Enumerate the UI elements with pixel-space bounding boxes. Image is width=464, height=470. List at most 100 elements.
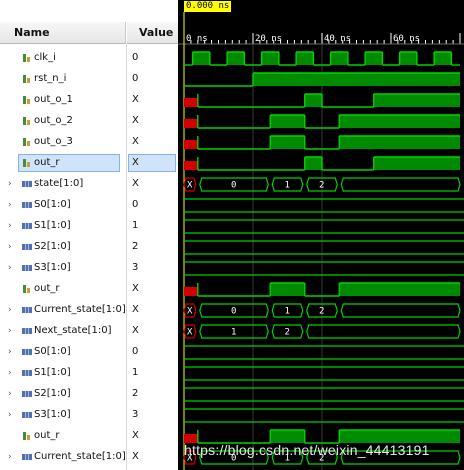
rst-n-i-high-fill [253,73,460,86]
out-o-3-high-fill [270,136,305,149]
signal-name: out_o_1 [34,94,73,105]
expand-chevron-icon[interactable]: › [8,389,16,399]
out-o-3-high-fill [339,136,460,149]
signal-name: S3[1:0] [34,409,71,420]
signal-value: X [132,325,139,336]
signal-row[interactable]: out_o_3 X [0,132,178,153]
signal-name: S1[1:0] [34,220,71,231]
state-bus-value: 1 [285,181,290,191]
bit-signal-icon [23,432,30,440]
bit-signal-icon [23,117,30,125]
signal-row[interactable]: › Current_state[1:0] X [0,300,178,321]
signal-row[interactable]: clk_i 0 [0,48,178,69]
signal-value: 0 [132,346,139,357]
expand-chevron-icon[interactable]: › [8,263,16,273]
signal-value: 1 [132,367,139,378]
signal-value: X [132,157,139,168]
state-bus-value: X [187,181,193,191]
signal-name: S0[1:0] [34,346,71,357]
expand-chevron-icon[interactable]: › [8,221,16,231]
expand-chevron-icon[interactable]: › [8,305,16,315]
signal-row[interactable]: out_r X [0,426,178,447]
signal-value: 0 [132,52,139,63]
signal-value: X [132,451,139,462]
name-column-header[interactable]: Name [0,22,126,44]
out-r-2-high-fill [339,283,460,296]
signal-row[interactable]: › S0[1:0] 0 [0,195,178,216]
waveform-panel[interactable]: 0 ns 20 ns 40 ns 60 ns X 0 1 2 X 0 1 2 X 1 2 X 0 1 2 0.000… [178,0,464,470]
state-bus-segment [340,177,461,192]
signal-row[interactable]: out_r X [0,153,178,174]
waveform-viewer: Name Value clk_i 0 rst_n_i 0 out_o_1 Xout_o_2… [0,0,464,470]
signal-value: X [132,136,139,147]
next-state-bus-value: 2 [285,328,290,338]
signal-value: X [132,115,139,126]
clk-i-high-fill [330,52,348,65]
bus-signal-icon [22,370,32,376]
bus-signal-icon [22,202,32,208]
signal-name: Current_state[1:0] [34,304,126,315]
signal-row[interactable]: › S1[1:0] 1 [0,363,178,384]
signal-value: 3 [132,262,139,273]
bit-signal-icon [23,96,30,104]
bit-signal-icon [23,159,30,167]
signal-row[interactable]: › S1[1:0] 1 [0,216,178,237]
clk-i-high-fill [365,52,383,65]
expand-chevron-icon[interactable]: › [8,368,16,378]
current-state-bus-value: X [187,307,193,317]
state-bus-value: 2 [319,181,324,191]
state-bus-value: 0 [231,181,236,191]
expand-chevron-icon[interactable]: › [8,242,16,252]
signal-row[interactable]: out_o_1 X [0,90,178,111]
signal-row[interactable]: rst_n_i 0 [0,69,178,90]
next-state-bus-value: X [187,328,193,338]
signal-row[interactable]: › S2[1:0] 2 [0,384,178,405]
bit-signal-icon [23,75,30,83]
signal-row[interactable]: › state[1:0] X [0,174,178,195]
cursor-time-label: 0.000 ns [184,1,232,12]
signal-name: S0[1:0] [34,199,71,210]
signal-name: S2[1:0] [34,388,71,399]
signal-value: 3 [132,409,139,420]
next-state-bus-segment [306,324,461,339]
value-column-header[interactable]: Value [127,22,178,44]
signal-row[interactable]: › S3[1:0] 3 [0,258,178,279]
signal-name: clk_i [34,52,56,63]
ruler-tick-label: 0 ns [186,34,208,44]
signal-value: X [132,178,139,189]
out-r-high-fill [373,157,460,170]
signal-name: out_o_3 [34,136,73,147]
current-state-bus-value: 0 [231,307,236,317]
signal-row[interactable]: out_r X [0,279,178,300]
signal-name: S1[1:0] [34,367,71,378]
out-o-2-x-segment [184,119,198,128]
bus-signal-icon [22,223,32,229]
signal-row[interactable]: out_o_2 X [0,111,178,132]
signal-row[interactable]: › Current_state[1:0] X [0,447,178,468]
current-state-bus-value: 1 [285,307,290,317]
expand-chevron-icon[interactable]: › [8,200,16,210]
out-r-2-x-segment [184,287,198,296]
signal-value: X [132,430,139,441]
clk-i-high-fill [261,52,279,65]
expand-chevron-icon[interactable]: › [8,179,16,189]
out-o-1-high-fill [373,94,460,107]
expand-chevron-icon[interactable]: › [8,452,16,462]
out-o-2-high-fill [339,115,460,128]
signal-row[interactable]: › Next_state[1:0] X [0,321,178,342]
bus-signal-icon [22,412,32,418]
signal-value: 2 [132,388,139,399]
out-r-2-high-fill [270,283,305,296]
clk-i-high-fill [296,52,314,65]
out-r-high-fill [304,157,322,170]
current-state-bus-segment [340,303,461,318]
expand-chevron-icon[interactable]: › [8,326,16,336]
expand-chevron-icon[interactable]: › [8,410,16,420]
signal-row[interactable]: › S2[1:0] 2 [0,237,178,258]
signal-row[interactable]: › S3[1:0] 3 [0,405,178,426]
expand-chevron-icon[interactable]: › [8,347,16,357]
signal-row[interactable]: › S0[1:0] 0 [0,342,178,363]
ruler-tick-label: 40 ns [324,34,351,44]
bus-signal-icon [22,391,32,397]
waveform-canvas[interactable]: 0 ns 20 ns 40 ns 60 nsX 0 1 2X 0 1 2X 1 2X 0 1 2 [178,0,464,470]
